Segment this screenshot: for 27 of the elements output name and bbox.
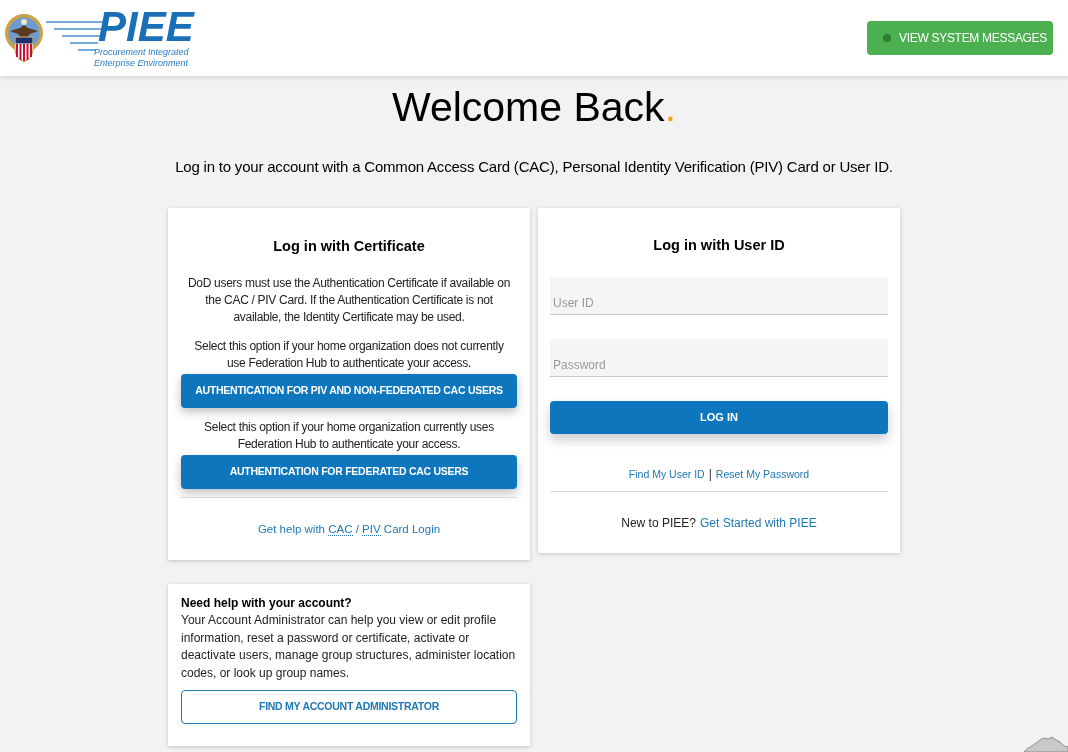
decorative-image xyxy=(1024,736,1068,752)
logo-tagline: Procurement Integrated xyxy=(94,47,190,58)
find-administrator-button[interactable]: FIND MY ACCOUNT ADMINISTRATOR xyxy=(181,690,517,724)
instruction-text: DoD users must use the Authentication Certificate if available on the CAC / PIV Card. If the Authentication Certificate is not available, the Identity Certificate may be used. xyxy=(187,275,511,326)
account-link[interactable]: Find My User ID xyxy=(628,466,705,483)
instruction-text: Select this option if your home organization currently uses Federation Hub to authenticate your access. xyxy=(203,419,495,453)
help-description: Your Account Administrator can help you view or edit profile information, reset a password or certificate, activate or deactivate users, manage group structures, administer location codes, or look up group names. xyxy=(181,612,517,682)
get-started-link[interactable]: Get Started with PIEE xyxy=(700,515,817,532)
signup-prompt: New to PIEE? xyxy=(621,515,696,532)
logo-wordmark: PIEE xyxy=(98,7,194,47)
account-link[interactable]: Reset My Password xyxy=(715,466,810,483)
cac-help-link[interactable]: Get help with CAC / PIV Card Login xyxy=(257,521,441,538)
instruction-text: Select this option if your home organization does not currently use Federation Hub to authenticate your access. xyxy=(193,338,505,372)
help-title: Need help with your account? xyxy=(181,595,353,612)
card-title: Log in with User ID xyxy=(652,236,786,255)
welcome-subtitle: Log in to your account with a Common Access Card (CAC), Personal Identity Verification (PIV) Card or User ID. xyxy=(175,157,893,177)
input-field[interactable]: User ID xyxy=(550,277,888,315)
authentication-button[interactable]: AUTHENTICATION FOR FEDERATED CAC USERS xyxy=(181,455,517,489)
authentication-button[interactable]: AUTHENTICATION FOR PIV AND NON-FEDERATED CAC USERS xyxy=(181,374,517,408)
link-separator: | xyxy=(708,466,712,483)
seal-emblem-icon xyxy=(4,13,44,63)
input-field[interactable]: Password xyxy=(550,339,888,377)
logo-tagline: Enterprise Environment xyxy=(94,58,190,69)
login-button[interactable]: LOG IN xyxy=(550,401,888,434)
welcome-title: Welcome Back. xyxy=(391,83,677,132)
view-system-messages-button[interactable]: VIEW SYSTEM MESSAGES xyxy=(867,21,1053,55)
card-title: Log in with Certificate xyxy=(272,237,426,256)
